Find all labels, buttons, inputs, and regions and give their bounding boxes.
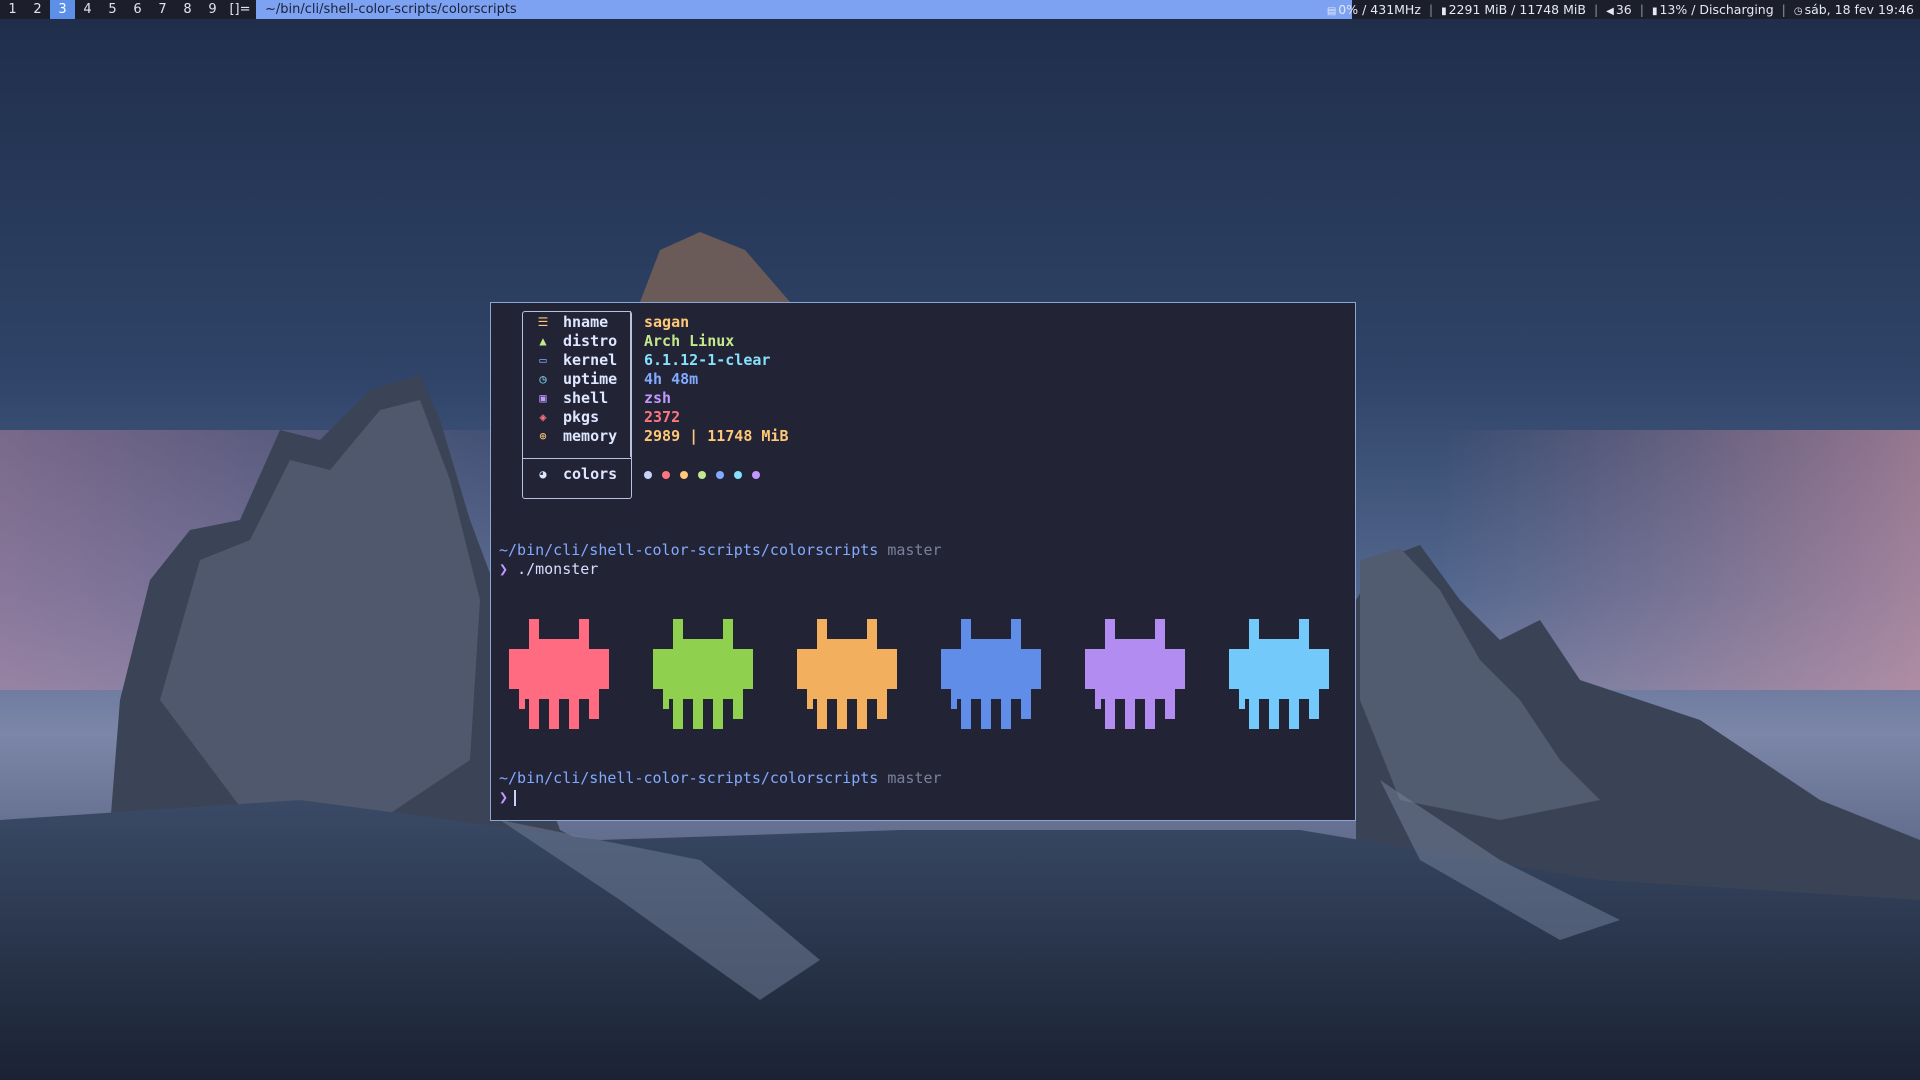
- arch-linux-icon: ▲: [539, 334, 547, 348]
- cpu-icon: ▤: [1326, 6, 1337, 17]
- palette-dot: [662, 470, 670, 479]
- workspace-tag-2[interactable]: 2: [25, 0, 50, 19]
- top-status-bar: 1 2 3 4 5 6 7 8 9 []= ~/bin/cli/shell-co…: [0, 0, 1920, 19]
- layout-indicator[interactable]: []=: [229, 0, 251, 19]
- clock-icon: ◷: [1793, 6, 1803, 17]
- git-branch: master: [887, 769, 942, 787]
- clock-icon: ◷: [539, 372, 547, 386]
- terminal-window[interactable]: ☰ hname sagan ▲ distro Arch Linux ▭ kern…: [490, 302, 1356, 821]
- workspace-tag-9[interactable]: 9: [200, 0, 225, 19]
- memory-status: 2291 MiB / 11748 MiB: [1448, 2, 1586, 17]
- volume-status: 36: [1615, 2, 1632, 17]
- git-branch: master: [887, 541, 942, 559]
- workspace-tag-1[interactable]: 1: [0, 0, 25, 19]
- prompt-line-2: ~/bin/cli/shell-color-scripts/colorscrip…: [499, 769, 942, 788]
- prompt-path: ~/bin/cli/shell-color-scripts/colorscrip…: [499, 541, 879, 559]
- palette-dot: [680, 470, 688, 479]
- package-icon: ◈: [539, 410, 547, 424]
- prompt-path: ~/bin/cli/shell-color-scripts/colorscrip…: [499, 769, 879, 787]
- command-line-2[interactable]: ❯: [499, 788, 517, 807]
- memory-icon: ▮: [1441, 6, 1447, 17]
- volume-icon: ◀: [1606, 6, 1614, 17]
- palette-dot: [734, 470, 742, 479]
- window-title-bar: ~/bin/cli/shell-color-scripts/colorscrip…: [256, 0, 1352, 19]
- command-line-1: ❯ ./monster: [499, 560, 598, 579]
- palette-dot: [752, 470, 760, 479]
- battery-status: 13% / Discharging: [1659, 2, 1774, 17]
- monster-sprite-red: [509, 619, 609, 729]
- prompt-symbol: ❯: [499, 560, 509, 578]
- monster-sprite-orange: [797, 619, 897, 729]
- monster-sprite-blue: [941, 619, 1041, 729]
- laptop-icon: ▭: [539, 353, 547, 367]
- workspace-tag-5[interactable]: 5: [100, 0, 125, 19]
- clock-status: sáb, 18 fev 19:46: [1804, 2, 1914, 17]
- terminal-icon: ▣: [539, 391, 547, 405]
- window-title: ~/bin/cli/shell-color-scripts/colorscrip…: [265, 2, 517, 17]
- palette-dot: [716, 470, 724, 479]
- cpu-status: 0% / 431MHz: [1338, 2, 1421, 17]
- memory-chip-icon: ⊕: [539, 429, 547, 443]
- system-status: ▤ 0% / 431MHz | ▮ 2291 MiB / 11748 MiB | ◀…: [1326, 2, 1914, 17]
- workspace-tag-8[interactable]: 8: [175, 0, 200, 19]
- battery-icon: ▮: [1651, 6, 1658, 17]
- palette-dot: [644, 470, 652, 479]
- sliders-icon: ☰: [537, 315, 549, 329]
- workspace-tag-4[interactable]: 4: [75, 0, 100, 19]
- text-cursor[interactable]: [514, 789, 517, 806]
- monster-sprite-cyan: [1229, 619, 1329, 729]
- workspace-tag-3[interactable]: 3: [50, 0, 75, 19]
- palette-icon: ◕: [539, 467, 547, 481]
- entered-command: ./monster: [517, 560, 599, 578]
- workspace-tag-7[interactable]: 7: [150, 0, 175, 19]
- palette-dot: [698, 470, 706, 479]
- monster-sprite-green: [653, 619, 753, 729]
- prompt-line-1: ~/bin/cli/shell-color-scripts/colorscrip…: [499, 541, 942, 560]
- monster-sprite-purple: [1085, 619, 1185, 729]
- workspace-tag-6[interactable]: 6: [125, 0, 150, 19]
- prompt-symbol: ❯: [499, 788, 509, 806]
- color-palette-dots: [644, 465, 770, 484]
